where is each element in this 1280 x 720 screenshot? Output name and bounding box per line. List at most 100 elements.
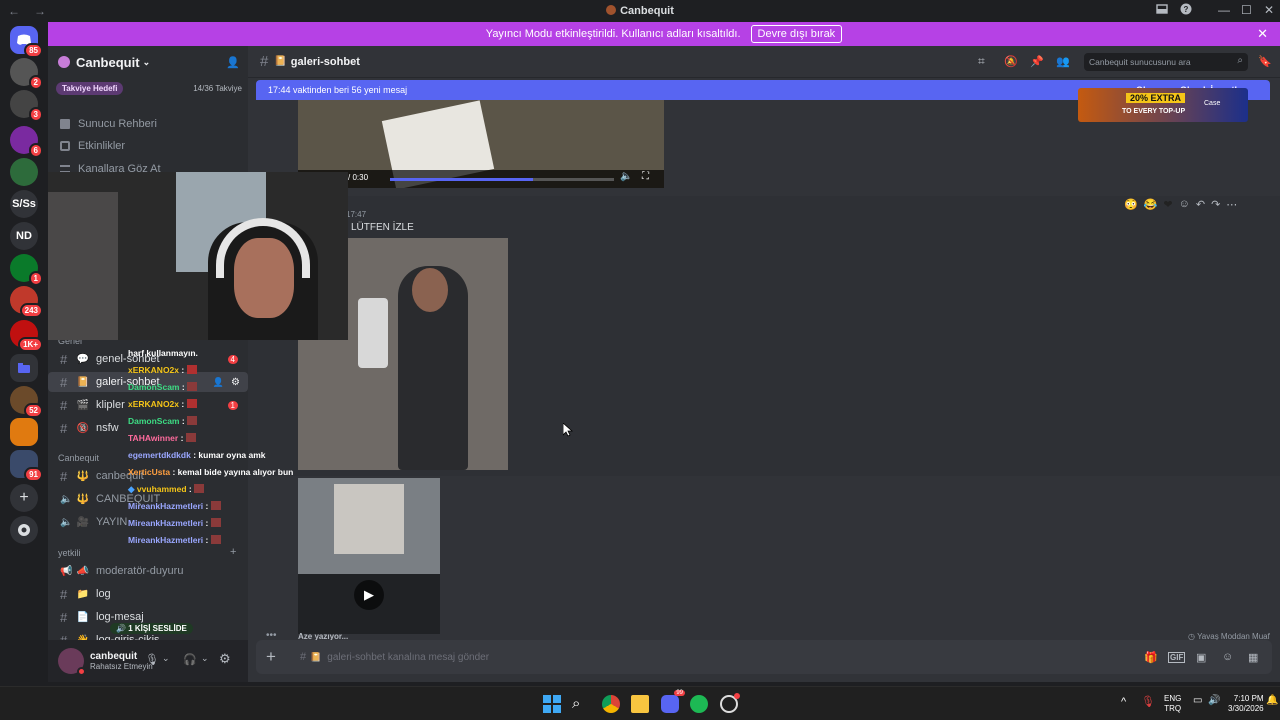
folder-icon[interactable] bbox=[10, 354, 38, 382]
volume-icon[interactable]: 🔊 bbox=[1208, 695, 1220, 706]
chevron-down-icon: ⌄ bbox=[142, 56, 151, 67]
volume-icon[interactable]: 🔈 bbox=[620, 171, 632, 182]
gif-icon[interactable]: GIF bbox=[1168, 651, 1186, 663]
server-icon[interactable] bbox=[10, 158, 38, 186]
svg-text:?: ? bbox=[1184, 5, 1189, 14]
gear-icon[interactable]: ⚙ bbox=[219, 651, 231, 667]
channel-log[interactable]: # 📁 log bbox=[48, 584, 248, 604]
inbox-icon[interactable] bbox=[1156, 3, 1168, 18]
discord-icon[interactable]: 99 bbox=[661, 690, 685, 713]
app-icon[interactable] bbox=[720, 693, 740, 713]
add-reaction-icon[interactable]: ☺ bbox=[1179, 198, 1190, 216]
events-link[interactable]: Etkinlikler bbox=[60, 140, 125, 152]
inbox-icon[interactable]: 🔖 bbox=[1258, 55, 1272, 68]
network-icon[interactable]: ▭ bbox=[1193, 695, 1202, 706]
add-channel-icon[interactable]: + bbox=[230, 546, 236, 558]
invite-people-icon[interactable]: 👤 bbox=[226, 56, 240, 69]
avatar[interactable] bbox=[58, 648, 86, 676]
chrome-icon[interactable] bbox=[602, 695, 620, 713]
search-input[interactable]: Canbequit sunucusunu ara bbox=[1089, 57, 1191, 67]
microphone-icon[interactable]: 🎙 bbox=[145, 653, 159, 666]
main-content: # 📔 galeri-sohbet ⌗ 🔕 📌 👥 Canbequit sunu… bbox=[248, 46, 1280, 682]
file-explorer-icon[interactable] bbox=[631, 695, 649, 713]
explore-icon[interactable] bbox=[10, 516, 38, 544]
emote-icon bbox=[210, 501, 221, 510]
mute-bell-icon[interactable]: 🔕 bbox=[1004, 55, 1018, 68]
clock[interactable]: 7:10 PM 3/30/2026 bbox=[1228, 694, 1264, 714]
apps-icon[interactable]: ▦ bbox=[1248, 651, 1258, 664]
close-window-icon[interactable]: ✕ bbox=[1264, 3, 1274, 17]
video-embed[interactable]: / 0:30 🔈 ⛶ bbox=[298, 100, 664, 188]
server-icon[interactable]: 91 bbox=[10, 450, 43, 482]
server-icon-ss[interactable]: S/Ss bbox=[10, 190, 38, 218]
play-button-icon[interactable]: ▶ bbox=[354, 580, 384, 610]
minimize-icon[interactable]: — bbox=[1218, 3, 1230, 17]
title-bar: ← → Canbequit ? — ☐ ✕ bbox=[0, 0, 1280, 22]
server-icon[interactable]: 1 bbox=[10, 254, 43, 286]
emoji-react-icon[interactable]: 😂 bbox=[1144, 198, 1158, 216]
windows-start-icon[interactable] bbox=[543, 695, 561, 713]
server-icon[interactable]: 3 bbox=[10, 90, 43, 122]
hash-icon: # bbox=[60, 609, 68, 625]
category-yetkili[interactable]: yetkili bbox=[58, 548, 81, 558]
server-icon[interactable]: 1K+ bbox=[10, 320, 43, 352]
notifications-icon[interactable]: 🔔 bbox=[1266, 695, 1278, 706]
add-attachment-icon[interactable]: + bbox=[266, 647, 276, 667]
server-header[interactable]: Canbequit ⌄ 👤 bbox=[48, 46, 248, 78]
chevron-down-icon[interactable]: ⌄ bbox=[201, 653, 209, 664]
server-guide-link[interactable]: Sunucu Rehberi bbox=[60, 118, 157, 130]
stream-chat-message: ◆ vvuhammed : bbox=[128, 484, 205, 495]
pin-icon[interactable]: 📌 bbox=[1030, 55, 1044, 68]
search-icon[interactable]: ⌕ bbox=[572, 695, 590, 713]
server-icon-nd[interactable]: ND bbox=[10, 222, 38, 250]
server-icon[interactable]: 6 bbox=[10, 126, 43, 158]
video-thumbnail[interactable]: ▶ bbox=[298, 478, 440, 634]
channel-header: # 📔 galeri-sohbet ⌗ 🔕 📌 👥 Canbequit sunu… bbox=[248, 46, 1280, 78]
promo-ad[interactable]: 20% EXTRA TO EVERY TOP-UP Case bbox=[1078, 88, 1248, 122]
stream-chat-overlay: harf kullanmayın. xERKANO2x : DamonScam … bbox=[128, 345, 308, 545]
trident-icon: 🔱 bbox=[76, 493, 90, 505]
video-controls: / 0:30 🔈 ⛶ bbox=[298, 170, 664, 188]
members-icon[interactable]: 👥 bbox=[1056, 55, 1070, 68]
heart-icon[interactable]: ❤ bbox=[1163, 198, 1172, 216]
emoji-react-icon[interactable]: 😳 bbox=[1124, 198, 1138, 216]
gift-icon[interactable]: 🎁 bbox=[1144, 651, 1158, 664]
server-icon[interactable]: 52 bbox=[10, 386, 43, 418]
cam-shelf bbox=[48, 192, 118, 340]
chevron-up-icon[interactable]: ^ bbox=[1121, 696, 1126, 708]
direct-messages-icon[interactable]: 85 bbox=[10, 26, 43, 58]
chevron-down-icon[interactable]: ⌄ bbox=[162, 653, 170, 664]
microphone-icon[interactable]: 🎙 bbox=[1141, 695, 1155, 708]
channel-moderator-duyuru[interactable]: 📢 📣 moderatör-duyuru bbox=[48, 561, 248, 581]
disable-streamer-mode-button[interactable]: Devre dışı bırak bbox=[750, 25, 843, 43]
server-icon[interactable] bbox=[10, 418, 38, 446]
server-icon[interactable]: 2 bbox=[10, 58, 43, 90]
more-icon[interactable]: ⋯ bbox=[1226, 198, 1237, 216]
headphones-icon[interactable]: 🎧 bbox=[183, 653, 197, 666]
language-indicator[interactable]: ENG TRQ bbox=[1164, 694, 1181, 714]
sticker-icon[interactable]: ▣ bbox=[1196, 651, 1206, 664]
category-canbequit[interactable]: Canbequit bbox=[58, 453, 99, 463]
hash-icon: # bbox=[299, 651, 307, 663]
close-banner-icon[interactable]: ✕ bbox=[1257, 26, 1268, 42]
message-input[interactable]: galeri-sohbet kanalına mesaj gönder bbox=[327, 652, 489, 663]
spotify-icon[interactable] bbox=[690, 695, 708, 713]
voice-count-pill[interactable]: 🔊 1 KİŞİ SESLİDE bbox=[110, 623, 193, 634]
search-box[interactable]: Canbequit sunucusunu ara ⌕ bbox=[1084, 53, 1248, 71]
progress-bar[interactable] bbox=[390, 178, 614, 181]
username: canbequit bbox=[90, 651, 138, 662]
emoji-icon[interactable]: ☺ bbox=[1222, 651, 1233, 663]
reply-icon[interactable]: ↶ bbox=[1196, 198, 1205, 216]
forward-icon[interactable]: ↷ bbox=[1211, 198, 1220, 216]
add-server-icon[interactable]: + bbox=[10, 484, 38, 512]
boost-goal[interactable]: Takviye Hedefi 14/36 Takviye bbox=[56, 80, 242, 96]
stream-chat-message: MireankHazmetleri : bbox=[128, 535, 221, 545]
server-icon[interactable]: 243 bbox=[10, 286, 43, 318]
help-icon[interactable]: ? bbox=[1180, 3, 1192, 18]
maximize-icon[interactable]: ☐ bbox=[1241, 3, 1252, 17]
stream-chat-message: TAHAwinner : bbox=[128, 433, 196, 443]
hash-icon: # bbox=[60, 586, 68, 602]
fullscreen-icon[interactable]: ⛶ bbox=[642, 171, 649, 182]
threads-icon[interactable]: ⌗ bbox=[978, 54, 985, 69]
person-head bbox=[412, 268, 448, 312]
